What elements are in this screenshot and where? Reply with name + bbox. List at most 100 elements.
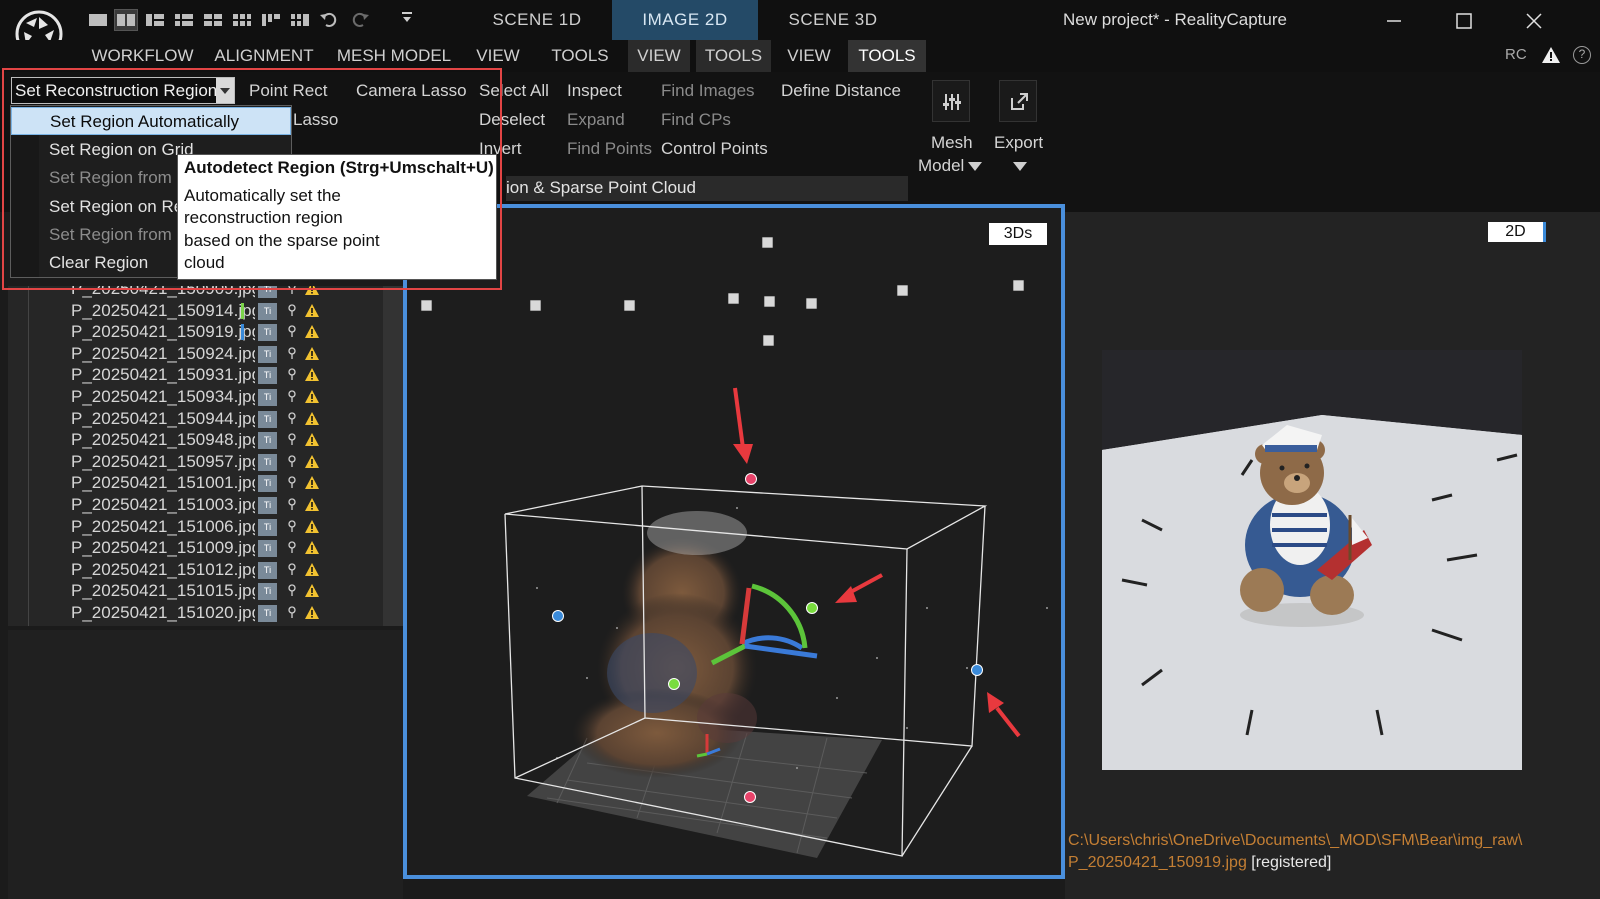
region-handle-left[interactable] [552,610,564,622]
mesh-model-label-2[interactable]: Model [918,156,964,176]
table-row[interactable]: P_20250421_151001.jpg Ti [8,472,403,494]
image-type-icon[interactable]: Ti [258,367,277,385]
pin-icon[interactable] [288,455,296,468]
pin-icon[interactable] [288,606,296,619]
menu-alignment[interactable]: ALIGNMENT [205,40,323,72]
tab-image-2d[interactable]: IMAGE 2D [612,0,758,40]
image-type-icon[interactable]: Ti [258,432,277,450]
image-list[interactable]: P_20250421_150909.jpg Ti P_20250421_150914… [8,286,403,626]
warning-icon[interactable] [304,389,320,404]
image-type-icon[interactable]: Ti [258,410,277,428]
layout-6-icon[interactable] [231,10,253,30]
warning-icon[interactable] [304,583,320,598]
chevron-down-icon[interactable] [1013,162,1027,171]
scene-3d-canvas[interactable] [407,208,1061,875]
image-type-icon[interactable]: Ti [258,605,277,622]
maximize-button[interactable] [1428,0,1498,40]
image-type-icon[interactable]: Ti [258,453,277,471]
help-icon[interactable]: ? [1573,46,1591,64]
quick-menu-icon[interactable] [398,8,416,30]
table-row[interactable]: P_20250421_150948.jpg Ti [8,429,403,451]
image-type-icon[interactable]: Ti [258,345,277,363]
warning-icon[interactable] [304,540,320,555]
layout-3-icon[interactable] [144,10,166,30]
table-row[interactable]: P_20250421_151020.jpg Ti [8,602,403,624]
table-row[interactable]: P_20250421_151015.jpg Ti [8,580,403,602]
chevron-down-icon[interactable] [968,162,982,171]
image-type-icon[interactable]: Ti [258,583,277,601]
menu-tools-1[interactable]: TOOLS [544,40,616,72]
pin-icon[interactable] [288,433,296,446]
menu-view-3[interactable]: VIEW [778,40,840,72]
layout-1-icon[interactable] [87,10,109,30]
pin-icon[interactable] [288,476,296,489]
layout-2-icon[interactable] [114,9,138,31]
pin-icon[interactable] [288,325,296,338]
warning-icon[interactable] [304,286,320,296]
camera-frustums[interactable] [420,236,1025,347]
table-row[interactable]: P_20250421_150914.jpg Ti [8,300,403,322]
expand-button[interactable]: Expand [567,110,625,130]
warning-icon[interactable] [304,519,320,534]
region-handle-bottom[interactable] [744,791,756,803]
minimize-button[interactable] [1358,0,1428,40]
mesh-model-label[interactable]: Mesh [931,133,973,153]
point-rect-button[interactable]: Point Rect [249,81,327,101]
region-handle-front[interactable] [668,678,680,690]
pin-icon[interactable] [288,519,296,533]
image-type-icon[interactable]: Ti [258,286,277,298]
table-row[interactable]: P_20250421_150931.jpg Ti [8,364,403,386]
image-type-icon[interactable]: Ti [258,389,277,406]
table-row[interactable]: P_20250421_151003.jpg Ti [8,494,403,516]
region-handle-top[interactable] [745,473,757,485]
inspect-button[interactable]: Inspect [567,81,622,101]
pin-icon[interactable] [288,584,296,597]
layout-4-icon[interactable] [173,10,195,30]
warning-icon[interactable] [304,562,320,577]
control-points-button[interactable]: Control Points [661,139,768,159]
image-type-icon[interactable]: Ti [258,540,277,558]
redo-icon[interactable] [349,10,371,30]
table-row[interactable]: P_20250421_150944.jpg Ti [8,408,403,430]
warning-icon[interactable] [304,324,320,339]
menu-workflow[interactable]: WORKFLOW [80,40,205,72]
find-cps-button[interactable]: Find CPs [661,110,731,130]
region-handle-back[interactable] [806,602,818,614]
image-type-icon[interactable]: Ti [258,518,277,536]
image-2d-view[interactable]: 2D C:\Users\chris\OneDrive\Documents\_MO… [1065,212,1600,899]
table-row[interactable]: P_20250421_150919.jpg Ti [8,321,403,343]
pin-icon[interactable] [288,563,296,576]
define-distance-button[interactable]: Define Distance [781,81,901,101]
deselect-button[interactable]: Deselect [479,110,545,130]
table-row[interactable]: P_20250421_150934.jpg Ti [8,386,403,408]
select-all-button[interactable]: Select All [479,81,549,101]
menu-view-1[interactable]: VIEW [468,40,528,72]
warning-icon[interactable] [304,605,320,620]
pin-icon[interactable] [288,411,296,425]
warning-icon[interactable] [304,497,320,512]
table-row[interactable]: P_20250421_151009.jpg Ti [8,537,403,559]
pin-icon[interactable] [288,498,296,511]
warning-icon[interactable] [304,454,320,469]
mesh-model-tools-icon[interactable] [932,80,970,122]
image-type-icon[interactable]: Ti [258,324,277,342]
warning-icon[interactable] [304,367,320,382]
pin-icon[interactable] [288,347,296,360]
menu-tools-2[interactable]: TOOLS [696,40,771,72]
lasso-button[interactable]: Lasso [293,110,338,130]
view-mode-badge[interactable]: 3Ds [989,223,1047,245]
pin-icon[interactable] [288,286,296,295]
scrollbar[interactable] [383,286,403,626]
pin-icon[interactable] [288,303,296,317]
menu-item-set-region-automatically[interactable]: Set Region Automatically [11,107,291,135]
find-images-button[interactable]: Find Images [661,81,755,101]
warning-icon[interactable] [304,303,320,318]
layout-7-icon[interactable] [260,10,282,30]
layout-5-icon[interactable] [202,10,224,30]
find-points-button[interactable]: Find Points [567,139,652,159]
scene-3d-view[interactable]: 3Ds [403,204,1065,879]
menu-tools-3[interactable]: TOOLS [848,40,926,72]
undo-icon[interactable] [318,10,340,30]
layout-8-icon[interactable] [289,10,311,30]
table-row[interactable]: P_20250421_150924.jpg Ti [8,343,403,365]
